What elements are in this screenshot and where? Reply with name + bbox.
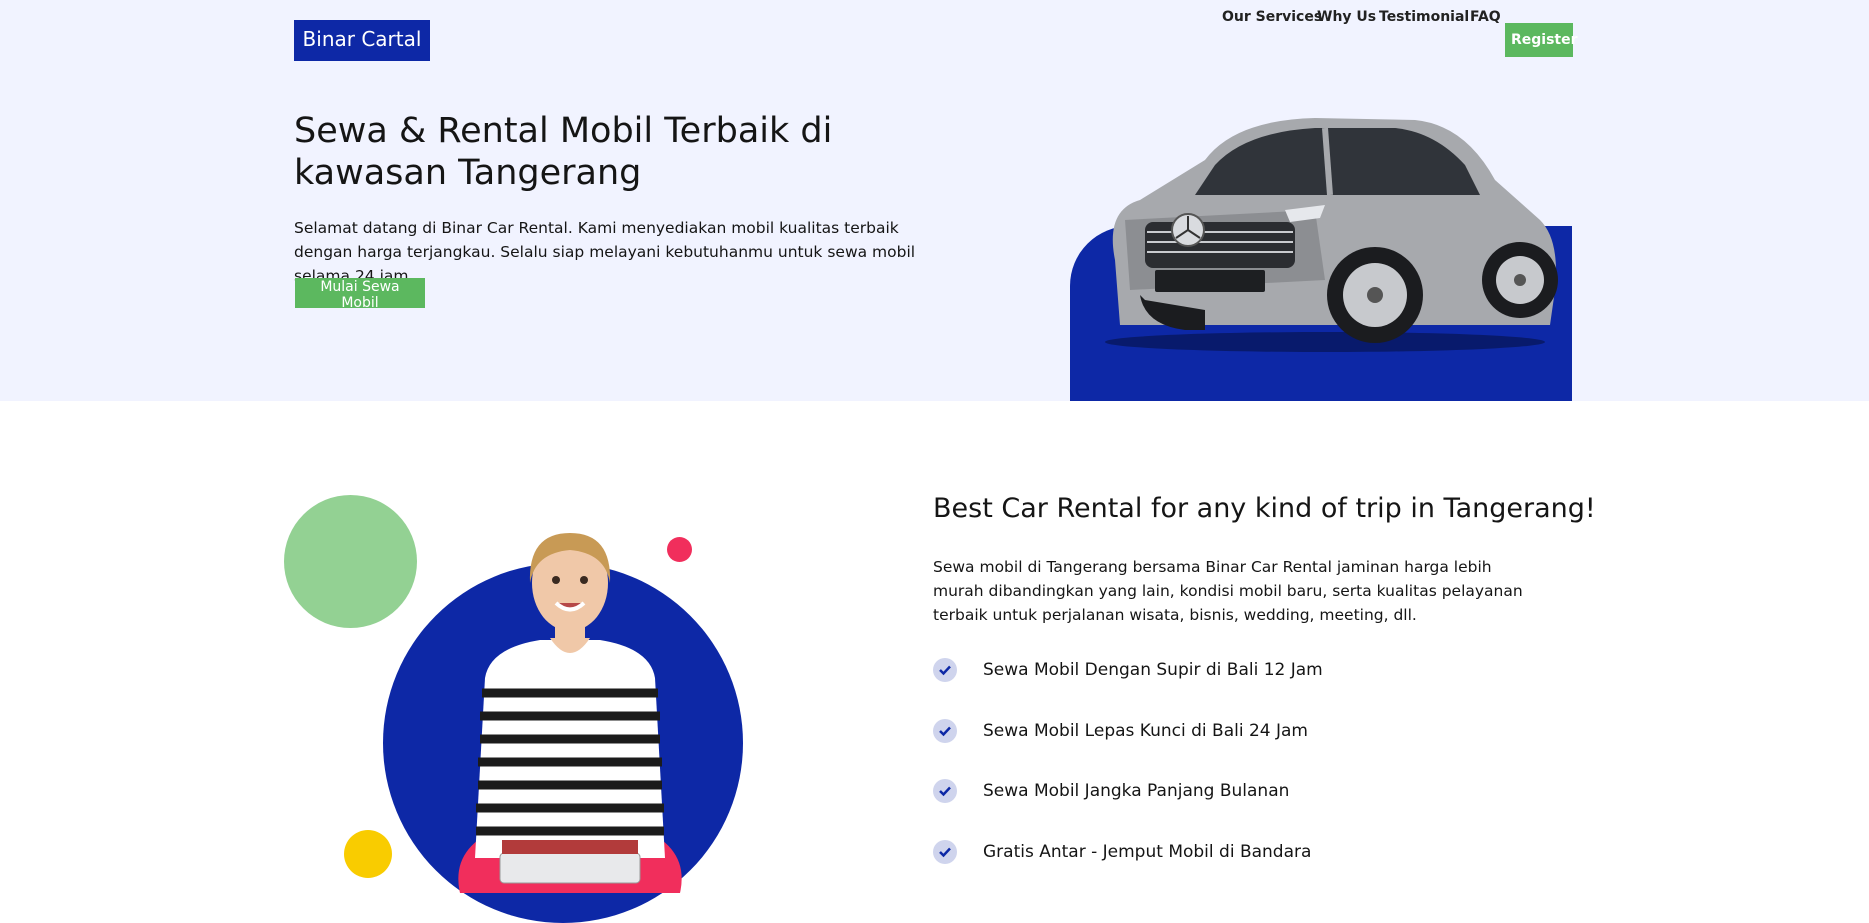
woman-photo bbox=[458, 533, 682, 893]
services-description: Sewa mobil di Tangerang bersama Binar Ca… bbox=[933, 558, 1523, 624]
nav-why-us[interactable]: Why Us bbox=[1317, 0, 1376, 35]
car-image bbox=[1105, 118, 1558, 352]
decor-green-circle bbox=[284, 495, 417, 628]
check-icon bbox=[933, 658, 957, 682]
check-icon bbox=[933, 719, 957, 743]
hero-title: Sewa & Rental Mobil Terbaik di kawasan T… bbox=[294, 111, 833, 193]
services-title: Best Car Rental for any kind of trip in … bbox=[933, 493, 1596, 524]
check-icon bbox=[933, 840, 957, 864]
feature-label: Sewa Mobil Lepas Kunci di Bali 24 Jam bbox=[983, 721, 1308, 741]
nav-faq[interactable]: FAQ bbox=[1470, 0, 1501, 35]
hero-section bbox=[0, 0, 1869, 401]
feature-label: Sewa Mobil Jangka Panjang Bulanan bbox=[983, 781, 1290, 801]
start-rental-button[interactable]: Mulai Sewa Mobil bbox=[295, 278, 425, 311]
logo[interactable]: Binar Cartal bbox=[294, 20, 430, 61]
nav-our-services[interactable]: Our Services bbox=[1222, 0, 1322, 35]
register-button[interactable]: Register bbox=[1505, 23, 1578, 57]
decor-yellow-circle bbox=[344, 830, 392, 878]
feature-label: Gratis Antar - Jemput Mobil di Bandara bbox=[983, 842, 1312, 862]
nav-testimonial[interactable]: Testimonial bbox=[1379, 0, 1469, 35]
feature-label: Sewa Mobil Dengan Supir di Bali 12 Jam bbox=[983, 660, 1323, 680]
check-icon bbox=[933, 779, 957, 803]
